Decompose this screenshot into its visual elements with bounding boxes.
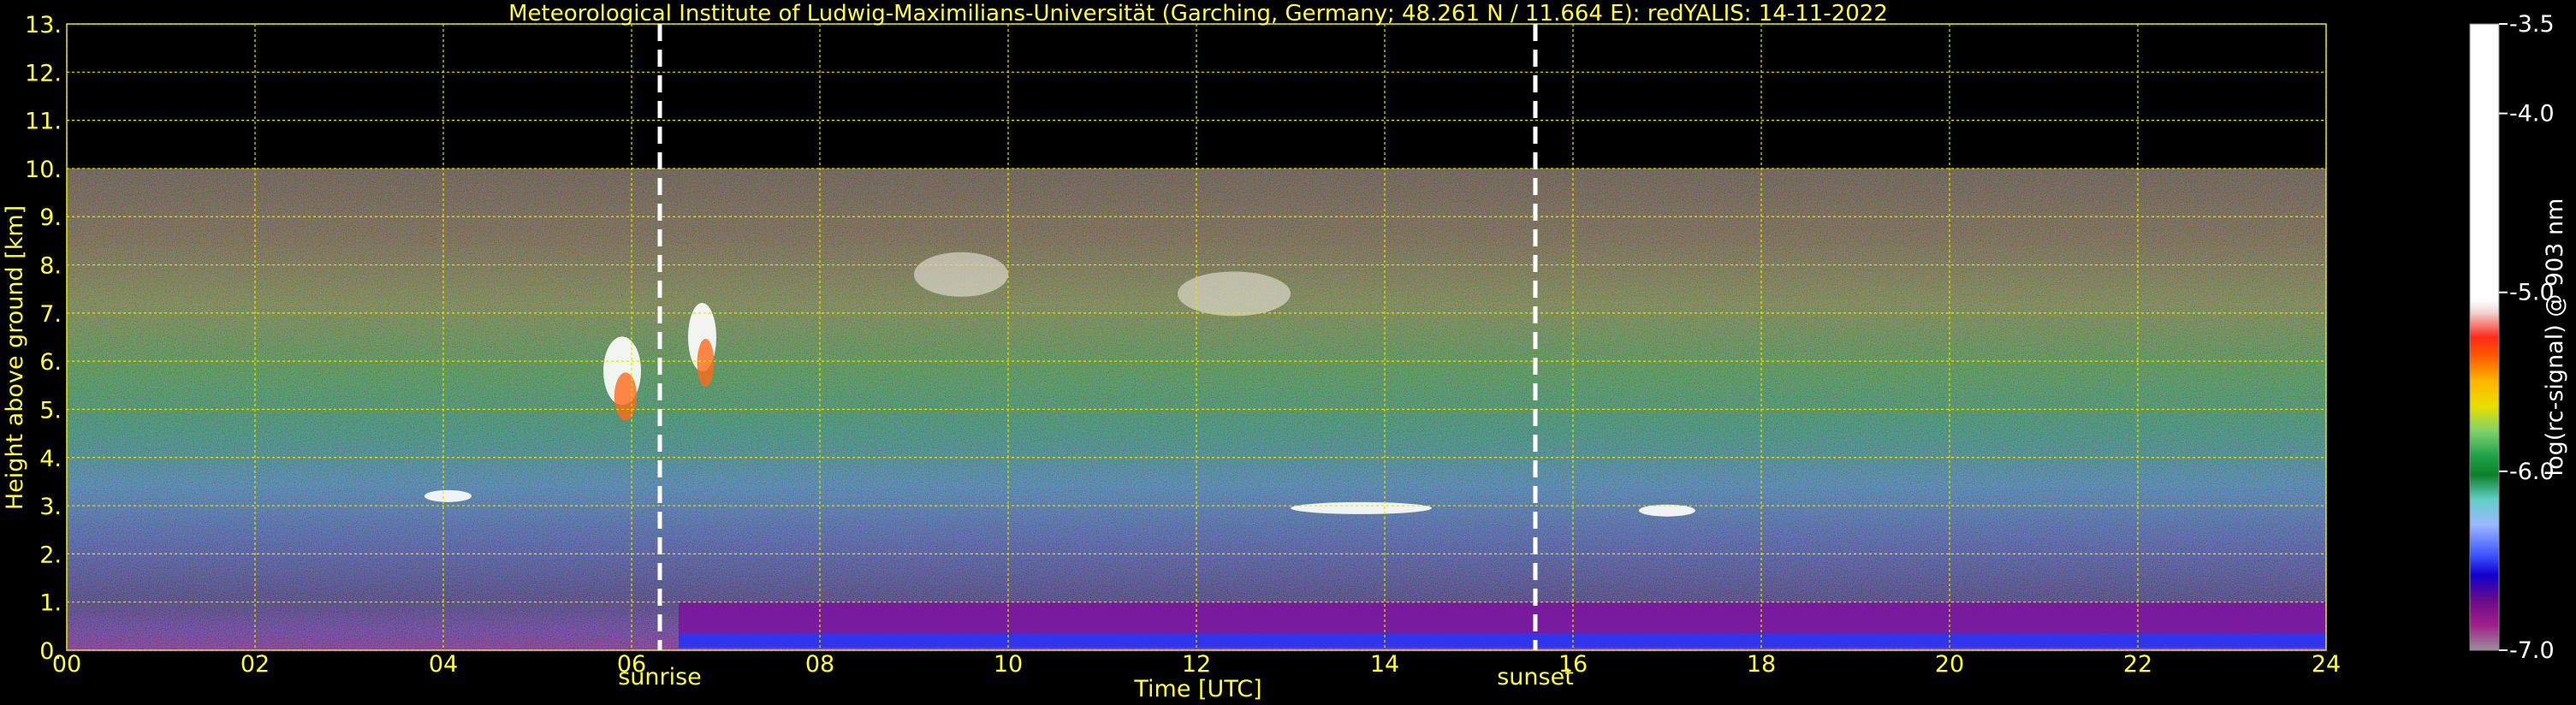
x-tick-label: 02: [240, 651, 270, 678]
lidar-chart: sunrise sunset 00 02 04 06 08 10 12 14 16 18 20 22 24…: [0, 0, 2576, 705]
chart-svg: sunrise sunset 00 02 04 06 08 10 12 14 16 18 20 22 24…: [0, 0, 2576, 705]
y-tick-label: 12.: [25, 60, 62, 86]
y-tick-label: 0.: [39, 638, 62, 665]
colorbar-tick-label: -7.0: [2509, 637, 2555, 664]
x-tick-label: 22: [2123, 651, 2152, 678]
x-tick-label: 06: [617, 651, 646, 678]
x-tick-label: 16: [1558, 651, 1588, 678]
x-tick-label: 10: [994, 651, 1023, 678]
feature-cloud-layer-b: [1291, 501, 1432, 514]
y-tick-label: 2.: [39, 542, 62, 568]
feature-cloud-layer-a: [424, 489, 472, 502]
y-tick-label: 13.: [25, 12, 62, 39]
colorbar-label: log(rc-signal) @ 903 nm: [2542, 198, 2568, 477]
y-tick-label: 3.: [39, 494, 62, 520]
colorbar-tick-label: -4.0: [2509, 101, 2555, 127]
y-tick-label: 10.: [25, 157, 62, 183]
x-tick-label: 12: [1182, 651, 1211, 678]
x-tick-label: 08: [805, 651, 834, 678]
y-tick-label: 6.: [39, 349, 62, 376]
x-tick-label: 04: [429, 651, 458, 678]
colorbar-tick-label: -3.5: [2509, 11, 2555, 38]
y-tick-label: 7.: [39, 301, 62, 328]
feature-ice-cloud-b: [1178, 271, 1291, 317]
x-tick-label: 14: [1370, 651, 1399, 678]
y-axis-label: Height above ground [km]: [2, 205, 28, 510]
x-tick-label: 24: [2312, 651, 2341, 678]
feature-fallstreak-a-core: [614, 372, 638, 421]
y-tick-label: 1.: [39, 590, 62, 617]
y-tick-label: 11.: [25, 109, 62, 135]
feature-cloud-layer-c: [1639, 504, 1695, 517]
y-tick-label: 4.: [39, 446, 62, 472]
y-tick-label: 9.: [39, 204, 62, 231]
y-tick-label: 5.: [39, 397, 62, 424]
x-axis-label: Time [UTC]: [1133, 676, 1261, 702]
x-tick-label: 18: [1747, 651, 1776, 678]
feature-fallstreak-b-core: [697, 339, 715, 387]
feature-ice-cloud-a: [914, 252, 1008, 297]
chart-title: Meteorological Institute of Ludwig-Maxim…: [508, 1, 1888, 27]
x-tick-label: 20: [1935, 651, 1964, 678]
near-ground-band: [679, 633, 2326, 649]
colorbar: [2469, 23, 2500, 651]
y-tick-label: 8.: [39, 253, 62, 280]
